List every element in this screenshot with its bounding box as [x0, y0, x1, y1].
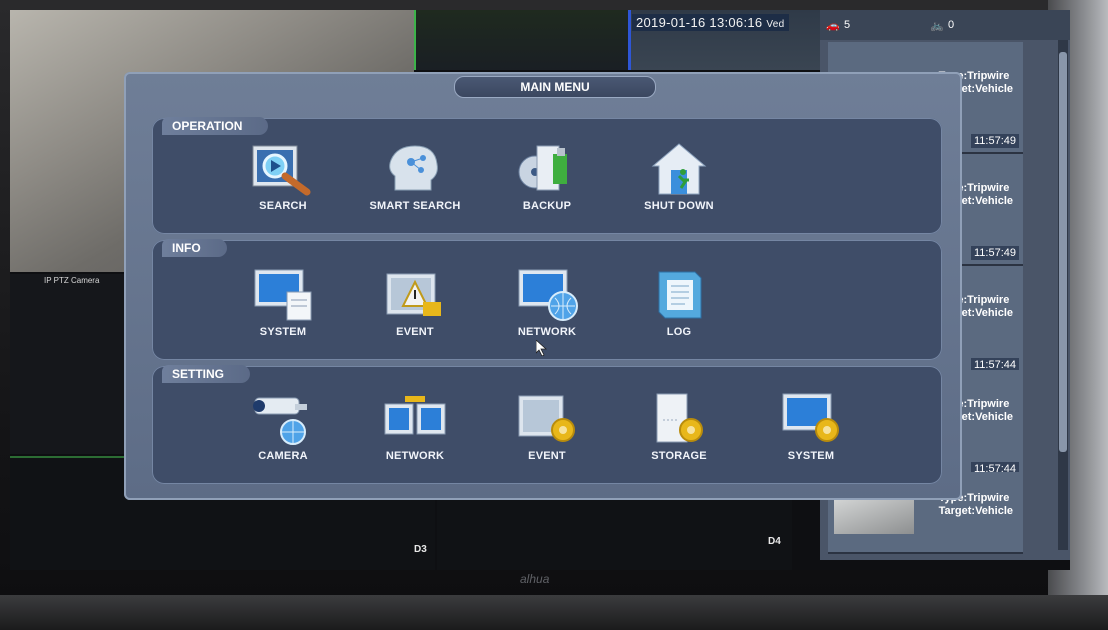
shut-down-label: SHUT DOWN — [644, 200, 714, 212]
event-thumbnail — [834, 498, 914, 534]
system-setting-label: SYSTEM — [787, 450, 835, 462]
search-button[interactable]: SEARCH — [218, 140, 348, 212]
datetime-overlay: 2019-01-16 13:06:16 Ved — [632, 14, 789, 31]
network-info-button[interactable]: NETWORK — [482, 266, 612, 338]
bike-count: 0 — [948, 19, 955, 31]
network-setting-button[interactable]: NETWORK — [350, 390, 480, 462]
network-info-label: NETWORK — [517, 326, 577, 338]
system-setting-icon — [782, 393, 839, 442]
car-count: 5 — [844, 19, 851, 31]
log-icon — [658, 271, 702, 319]
channel-label-d3: D3 — [414, 544, 427, 555]
event-info-icon — [386, 273, 441, 316]
scrollbar-thumb[interactable] — [1059, 52, 1067, 452]
backup-icon — [518, 145, 567, 191]
channel-divider — [414, 10, 416, 70]
event-info-label: EVENT — [396, 326, 434, 338]
channel-label-d4: D4 — [768, 536, 781, 547]
network-setting-label: NETWORK — [385, 450, 445, 462]
main-menu-dialog: MAIN MENU OPERATION SEARCH SMART SEARCH — [124, 72, 962, 500]
event-time: 11:57:49 — [970, 134, 1019, 148]
system-info-icon — [254, 269, 312, 321]
storage-setting-button[interactable]: STORAGE — [614, 390, 744, 462]
search-icon — [252, 145, 311, 196]
storage-setting-label: STORAGE — [651, 450, 707, 462]
log-button[interactable]: LOG — [614, 266, 744, 338]
operation-section: OPERATION SEARCH SMART SEARCH BACKUP SHU… — [152, 117, 942, 234]
info-section-label: INFO — [162, 239, 227, 257]
system-info-label: SYSTEM — [259, 326, 307, 338]
network-info-icon — [518, 269, 578, 321]
event-info-button[interactable]: EVENT — [350, 266, 480, 338]
smart-search-label: SMART SEARCH — [369, 200, 461, 212]
ptz-camera-label: IP PTZ Camera — [44, 276, 100, 285]
shutdown-icon — [651, 143, 707, 195]
event-setting-icon — [518, 395, 575, 442]
channel-divider — [628, 10, 631, 70]
backup-label: BACKUP — [522, 200, 572, 212]
event-scrollbar[interactable] — [1058, 40, 1068, 550]
car-icon: 🚗 — [826, 20, 840, 32]
setting-section: SETTING CAMERA NETWORK EVENT STORAGE SYS… — [152, 365, 942, 484]
operation-section-label: OPERATION — [162, 117, 269, 135]
system-setting-button[interactable]: SYSTEM — [746, 390, 876, 462]
smart-search-button[interactable]: SMART SEARCH — [350, 140, 480, 212]
storage-setting-icon — [656, 393, 703, 443]
main-menu-title: MAIN MENU — [454, 76, 656, 98]
monitor-stand — [0, 595, 1108, 630]
smart-search-icon — [389, 145, 438, 191]
vehicle-counter: 🚗 5 🚲 0 — [820, 10, 1070, 40]
network-setting-icon — [384, 396, 446, 435]
search-label: SEARCH — [259, 200, 307, 212]
event-time: 11:57:49 — [970, 246, 1019, 260]
event-setting-button[interactable]: EVENT — [482, 390, 612, 462]
camera-view-2[interactable] — [416, 10, 628, 70]
log-label: LOG — [666, 326, 692, 338]
camera-setting-button[interactable]: CAMERA — [218, 390, 348, 462]
bicycle-icon: 🚲 — [930, 20, 944, 32]
shut-down-button[interactable]: SHUT DOWN — [614, 140, 744, 212]
mouse-cursor-icon — [536, 340, 548, 356]
setting-section-label: SETTING — [162, 365, 251, 383]
camera-setting-label: CAMERA — [258, 450, 308, 462]
system-info-button[interactable]: SYSTEM — [218, 266, 348, 338]
monitor-brand-logo: alhua — [520, 572, 550, 586]
backup-button[interactable]: BACKUP — [482, 140, 612, 212]
camera-setting-icon — [253, 397, 307, 445]
event-setting-label: EVENT — [528, 450, 566, 462]
